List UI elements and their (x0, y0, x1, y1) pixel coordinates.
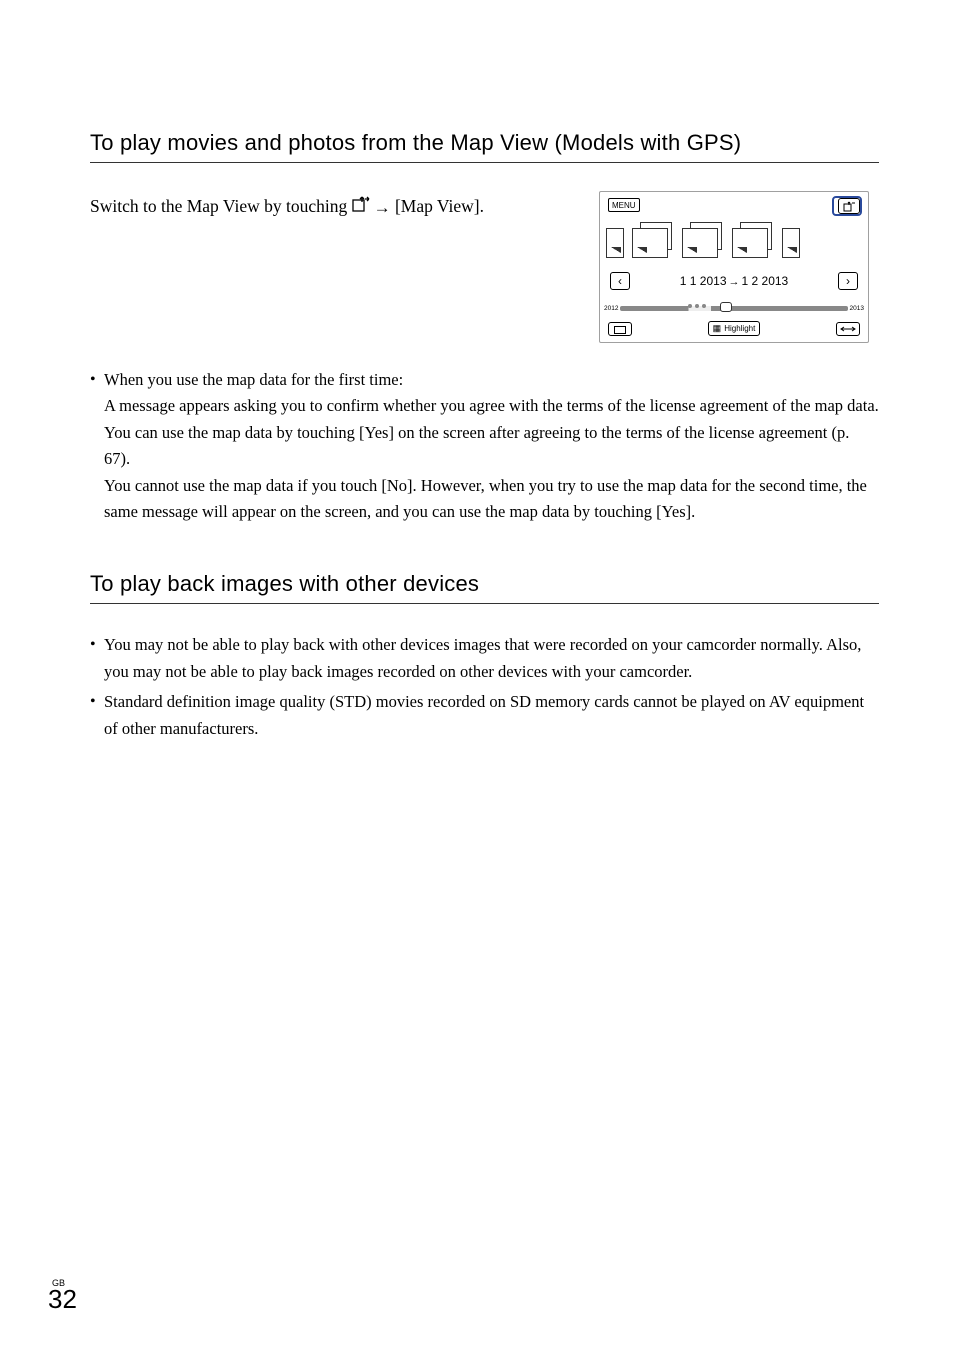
date-range: 1 1 2013→1 2 2013 (634, 274, 834, 288)
list-item: Standard definition image quality (STD) … (90, 689, 879, 742)
map-data-note-list: When you use the map data for the first … (90, 367, 879, 525)
date-from: 1 1 2013 (680, 274, 727, 288)
transfer-button[interactable] (836, 322, 860, 336)
timeline-marker[interactable] (720, 302, 732, 312)
thumbnail[interactable] (632, 222, 676, 262)
date-to: 1 2 2013 (742, 274, 789, 288)
bullet-title: When you use the map data for the first … (104, 370, 403, 389)
timeline-year-left: 2012 (604, 305, 620, 312)
camcorder-screenshot: MENU ‹ 1 1 2013→1 2 2013 (599, 191, 869, 343)
thumbnail-partial[interactable] (606, 222, 626, 262)
next-button[interactable]: › (838, 272, 858, 290)
transfer-icon (840, 324, 856, 334)
arrow-right-icon: → (729, 276, 740, 288)
screen-bottom-bar: ▦ Highlight (600, 318, 868, 342)
intro-text: Switch to the Map View by touching → [Ma… (90, 191, 559, 222)
intro-pre: Switch to the Map View by touching (90, 196, 352, 216)
arrow-right-icon: → (374, 198, 391, 217)
thumbnail[interactable] (682, 222, 726, 262)
media-button[interactable] (608, 322, 632, 336)
highlight-button[interactable]: ▦ Highlight (708, 321, 761, 336)
menu-button[interactable]: MENU (608, 198, 640, 212)
callout-box (832, 196, 862, 216)
intro-row: Switch to the Map View by touching → [Ma… (90, 191, 879, 343)
timeline-year-right: 2013 (848, 305, 864, 312)
screen-top-bar: MENU (600, 192, 868, 218)
list-item: You may not be able to play back with ot… (90, 632, 879, 685)
section-heading-other-devices: To play back images with other devices (90, 571, 879, 604)
timeline: 2012 2013 (600, 300, 868, 318)
page-number: 32 (48, 1284, 77, 1314)
other-devices-list: You may not be able to play back with ot… (90, 632, 879, 742)
timeline-bar[interactable] (620, 306, 848, 311)
highlight-label: Highlight (724, 324, 755, 333)
section-heading-map-view: To play movies and photos from the Map V… (90, 130, 879, 163)
bullet-body: A message appears asking you to confirm … (104, 396, 879, 521)
thumbnail-partial[interactable] (782, 222, 802, 262)
screen-box: MENU ‹ 1 1 2013→1 2 2013 (599, 191, 869, 343)
film-reel-icon: ▦ (713, 323, 722, 334)
thumbnail-row (600, 218, 868, 262)
prev-button[interactable]: ‹ (610, 272, 630, 290)
intro-post: [Map View]. (395, 196, 484, 216)
list-item: When you use the map data for the first … (90, 367, 879, 525)
switch-view-icon (352, 193, 370, 221)
page-footer: GB 32 (48, 1278, 77, 1315)
date-nav-row: ‹ 1 1 2013→1 2 2013 › (600, 262, 868, 300)
thumbnail[interactable] (732, 222, 776, 262)
